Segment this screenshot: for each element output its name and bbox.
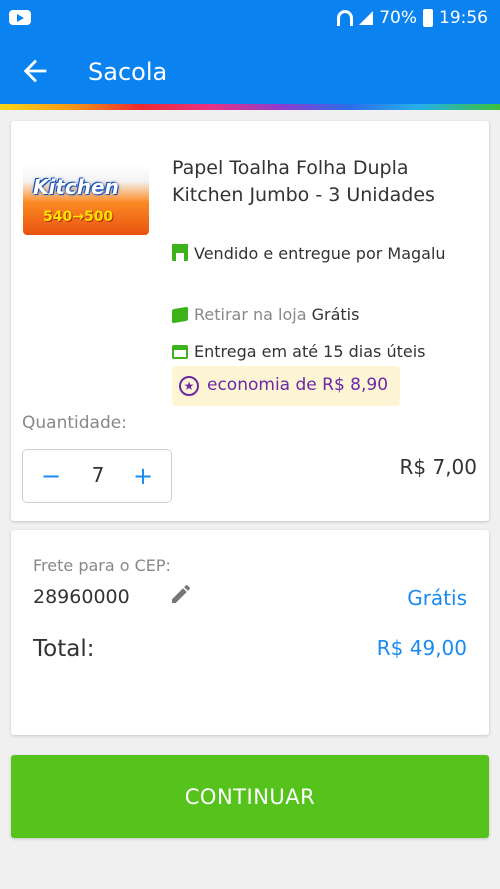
pickup-info: Retirar na loja Grátis xyxy=(172,302,359,328)
signal-icon xyxy=(359,11,374,25)
status-bar: 70% 19:56 xyxy=(0,0,500,36)
status-indicators: 70% 19:56 xyxy=(337,6,488,30)
product-image-promo: 540→500 xyxy=(43,209,114,225)
unit-price: R$ 7,00 xyxy=(399,455,477,479)
freight-price: Grátis xyxy=(407,586,467,610)
app-bar: Sacola xyxy=(0,36,500,106)
star-icon: ★ xyxy=(179,376,199,396)
seller-text: Vendido e entregue por Magalu xyxy=(194,244,446,263)
seller-info: Vendido e entregue por Magalu xyxy=(172,241,472,267)
continue-button[interactable]: CONTINUAR xyxy=(11,755,489,838)
cep-value: 28960000 xyxy=(33,586,130,608)
product-name[interactable]: Papel Toalha Folha Dupla Kitchen Jumbo -… xyxy=(172,155,472,209)
brand-stripe xyxy=(0,104,500,110)
economy-badge: ★ economia de R$ 8,90 xyxy=(172,366,400,406)
quantity-value[interactable]: 7 xyxy=(78,463,118,487)
quantity-label: Quantidade: xyxy=(22,413,127,433)
delivery-text: Entrega em até 15 dias úteis xyxy=(194,342,426,361)
battery-icon xyxy=(423,9,433,27)
clock: 19:56 xyxy=(439,8,488,28)
back-arrow-icon[interactable] xyxy=(18,54,52,88)
page-title: Sacola xyxy=(88,58,168,86)
total-label: Total: xyxy=(33,636,95,662)
quantity-stepper: − 7 + xyxy=(22,449,172,503)
battery-percent: 70% xyxy=(379,8,417,28)
calendar-icon xyxy=(172,345,188,359)
pickup-label: Retirar na loja xyxy=(194,305,307,324)
product-image[interactable]: Kitchen 540→500 xyxy=(23,163,149,235)
box-icon xyxy=(172,306,188,324)
product-card: Kitchen 540→500 Papel Toalha Folha Dupla… xyxy=(11,121,489,521)
cep-label: Frete para o CEP: xyxy=(33,556,171,575)
pickup-price: Grátis xyxy=(311,305,360,324)
edit-icon[interactable] xyxy=(169,582,193,606)
total-value: R$ 49,00 xyxy=(376,636,467,660)
decrease-quantity-button[interactable]: − xyxy=(35,461,67,493)
wifi-icon xyxy=(337,10,354,26)
youtube-icon xyxy=(9,10,31,25)
increase-quantity-button[interactable]: + xyxy=(127,461,159,493)
economy-text: economia de R$ 8,90 xyxy=(207,375,389,395)
freight-card: Frete para o CEP: 28960000 Grátis Total:… xyxy=(11,530,489,735)
product-image-brand: Kitchen xyxy=(33,175,119,199)
delivery-info: Entrega em até 15 dias úteis xyxy=(172,339,425,365)
store-icon xyxy=(172,244,188,261)
